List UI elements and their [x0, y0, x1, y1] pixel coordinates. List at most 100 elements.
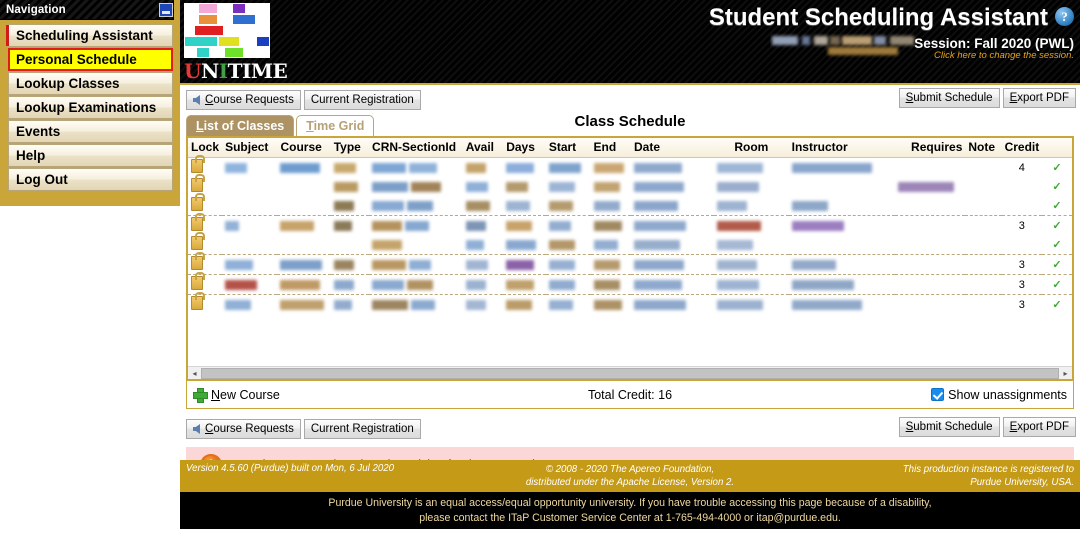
sidebar-item-personal-schedule[interactable]: Personal Schedule [8, 48, 173, 71]
footer-registration: This production instance is registered t… [774, 463, 1080, 489]
schedule-table-body: 4 ✓ ✓ ✓ 3 ✓ ✓ 3 ✓ 3 ✓ 3 ✓ [188, 155, 1072, 314]
cell-status: ✓ [1052, 181, 1062, 193]
cell-credit: 4 [1018, 161, 1025, 174]
show-unassignments-checkbox[interactable] [931, 388, 945, 401]
cell-date [631, 215, 715, 235]
show-unassignments-toggle[interactable]: Show unassignments [931, 388, 1067, 402]
unitime-logo[interactable]: UNITIME [184, 3, 288, 83]
col-type[interactable]: Type [330, 138, 370, 158]
lock-icon[interactable] [191, 252, 205, 270]
sidebar-item-lookup-classes[interactable]: Lookup Classes [8, 72, 173, 95]
table-row[interactable]: 4 ✓ [188, 155, 1072, 178]
sidebar-item-lookup-examinations[interactable]: Lookup Examinations [8, 96, 173, 119]
cell-subject [222, 158, 277, 178]
export-pdf-button[interactable]: Export PDF [1002, 88, 1076, 108]
help-icon[interactable]: ? [1055, 7, 1074, 26]
tab-time-grid[interactable]: Time Grid [296, 115, 375, 136]
export-pdf-button-bottom[interactable]: Export PDF [1002, 417, 1076, 437]
cell-lock[interactable] [188, 232, 222, 255]
cell-course [277, 177, 330, 196]
col-lock[interactable]: Lock [188, 138, 223, 158]
scroll-right-arrow[interactable]: ▸ [1059, 369, 1072, 378]
sidebar-item-label: Help [16, 148, 46, 163]
lock-icon[interactable] [191, 232, 205, 250]
cell-type [330, 215, 370, 235]
col-requires[interactable]: Requires [895, 138, 966, 158]
new-course-button[interactable]: New Course [193, 388, 280, 403]
lock-icon[interactable] [191, 213, 205, 231]
course-requests-button-bottom[interactable]: Course Requests [186, 418, 301, 439]
schedule-table-panel: Lock Subject Course Type CRN-SectionId A… [186, 136, 1074, 381]
cell-lock[interactable] [188, 252, 223, 275]
cell-course [277, 158, 330, 178]
cell-start [545, 294, 591, 314]
lock-icon[interactable] [191, 272, 205, 290]
cell-lock[interactable] [188, 155, 222, 178]
cell-credit: 3 [1001, 294, 1043, 314]
col-start[interactable]: Start [545, 138, 591, 158]
col-crn-sectionid[interactable]: CRN-SectionId [369, 138, 463, 158]
course-requests-button[interactable]: Course Requests [186, 89, 301, 110]
col-instructor[interactable]: Instructor [788, 138, 896, 158]
col-room[interactable]: Room [714, 138, 789, 158]
current-registration-button[interactable]: Current Registration [303, 89, 421, 110]
col-days[interactable]: Days [503, 138, 546, 158]
col-credit[interactable]: Credit [1001, 138, 1043, 158]
sidebar-item-help[interactable]: Help [8, 144, 173, 167]
cell-requires [895, 235, 965, 255]
lock-icon[interactable] [191, 292, 205, 310]
cell-days [503, 294, 546, 314]
cell-lock[interactable] [188, 213, 223, 235]
cell-avail [462, 274, 504, 295]
cell-room [714, 294, 789, 314]
cell-note [965, 254, 1002, 275]
session-label: Session: Fall 2020 (PWL) [914, 36, 1074, 51]
cell-course [277, 294, 331, 314]
table-row[interactable]: 3 ✓ [188, 252, 1072, 275]
col-subject[interactable]: Subject [222, 138, 278, 158]
scrollbar-thumb[interactable] [201, 367, 1059, 379]
cell-start [545, 215, 591, 235]
lock-icon[interactable] [191, 174, 205, 192]
cell-course [277, 196, 330, 216]
table-row[interactable]: ✓ [188, 232, 1072, 255]
cell-room [714, 235, 789, 255]
table-row[interactable]: 3 ✓ [188, 213, 1072, 235]
cell-lock[interactable] [188, 174, 222, 196]
table-row[interactable]: ✓ [188, 174, 1072, 196]
sidebar-item-scheduling-assistant[interactable]: Scheduling Assistant [6, 24, 173, 47]
cell-start [545, 254, 591, 275]
horizontal-scrollbar[interactable]: ◂ ▸ [188, 366, 1072, 379]
scroll-left-arrow[interactable]: ◂ [188, 369, 201, 378]
tab-list-of-classes[interactable]: List of Classes [186, 115, 295, 136]
cell-requires [895, 177, 965, 196]
submit-schedule-button[interactable]: Submit Schedule [898, 88, 1000, 108]
cell-days [503, 235, 546, 255]
table-row[interactable]: ✓ [188, 193, 1072, 216]
session-selector[interactable]: Session: Fall 2020 (PWL) Click here to c… [914, 36, 1074, 61]
col-end[interactable]: End [590, 138, 631, 158]
col-date[interactable]: Date [631, 138, 715, 158]
cell-subject [222, 215, 278, 235]
current-registration-label: Current Registration [310, 422, 414, 435]
submit-schedule-button-bottom[interactable]: Submit Schedule [898, 417, 1000, 437]
cell-end [590, 254, 631, 275]
cell-lock[interactable] [188, 292, 223, 314]
cell-crn [369, 254, 463, 275]
minimize-icon[interactable] [159, 3, 173, 17]
col-avail[interactable]: Avail [462, 138, 504, 158]
cell-crn [369, 294, 463, 314]
cell-lock[interactable] [188, 272, 223, 295]
course-requests-label: ourse Requests [213, 93, 294, 106]
col-note[interactable]: Note [965, 138, 1002, 158]
table-row[interactable]: 3 ✓ [188, 272, 1072, 295]
lock-icon[interactable] [191, 193, 205, 211]
current-registration-button-bottom[interactable]: Current Registration [303, 418, 421, 439]
lock-icon[interactable] [191, 155, 205, 173]
table-row[interactable]: 3 ✓ [188, 292, 1072, 314]
sidebar-item-log-out[interactable]: Log Out [8, 168, 173, 191]
cell-lock[interactable] [188, 193, 222, 216]
sidebar-item-events[interactable]: Events [8, 120, 173, 143]
cell-crn [369, 177, 463, 196]
col-course[interactable]: Course [277, 138, 331, 158]
